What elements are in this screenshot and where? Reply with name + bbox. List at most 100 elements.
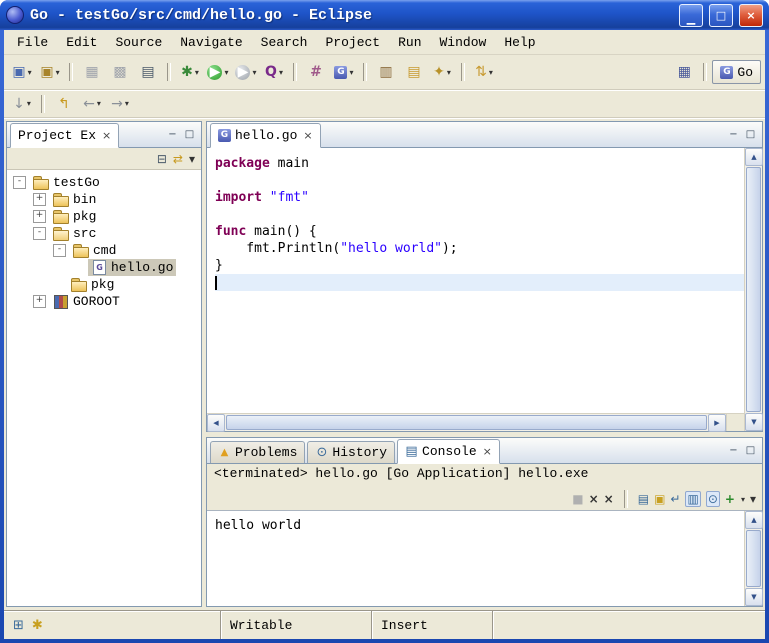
menu-help[interactable]: Help bbox=[495, 33, 544, 52]
scroll-down-icon[interactable]: ▼ bbox=[745, 413, 763, 431]
scrollbar-thumb[interactable] bbox=[746, 530, 761, 587]
close-window-button[interactable]: × bbox=[739, 4, 763, 27]
external-tools-button[interactable]: Q▾ bbox=[260, 59, 288, 85]
menu-edit[interactable]: Edit bbox=[57, 33, 106, 52]
scroll-up-icon[interactable]: ▲ bbox=[745, 511, 763, 529]
menu-run[interactable]: Run bbox=[389, 33, 430, 52]
pin-console-icon[interactable]: ⊙ bbox=[706, 491, 720, 507]
forward-button[interactable]: →▾ bbox=[106, 91, 134, 117]
new-folder-button[interactable]: ▣▾ bbox=[36, 59, 64, 85]
progress-view-icon[interactable]: ✱ bbox=[32, 618, 43, 633]
close-icon[interactable]: × bbox=[483, 445, 492, 458]
expander-icon[interactable]: - bbox=[53, 244, 66, 257]
console-menu-icon[interactable]: ▾ bbox=[750, 492, 756, 506]
minimize-window-button[interactable]: ▁ bbox=[679, 4, 703, 27]
word-wrap-icon[interactable]: ↵ bbox=[670, 492, 680, 506]
horizontal-scrollbar[interactable]: ◀ ▶ bbox=[207, 414, 726, 431]
expander-icon[interactable]: + bbox=[33, 295, 46, 308]
scroll-lock-icon[interactable]: ▣ bbox=[654, 492, 665, 506]
terminate-icon[interactable]: ■ bbox=[572, 492, 583, 506]
collapse-all-icon[interactable]: ⊟ bbox=[157, 152, 167, 166]
remove-launch-icon[interactable]: × bbox=[589, 492, 599, 506]
tree-item-bin[interactable]: + bin bbox=[7, 191, 201, 208]
menu-file[interactable]: File bbox=[8, 33, 57, 52]
minimize-icon[interactable]: − bbox=[166, 129, 179, 140]
close-icon[interactable]: × bbox=[303, 129, 312, 142]
tree-item-hello-go[interactable]: hello.go bbox=[7, 259, 201, 276]
new-go-package-button[interactable]: # bbox=[302, 59, 330, 85]
display-console-icon[interactable]: ▥ bbox=[685, 491, 700, 507]
current-code-line[interactable] bbox=[215, 274, 744, 291]
code-line[interactable]: } bbox=[215, 257, 744, 274]
save-button[interactable]: ▦ bbox=[78, 59, 106, 85]
expander-icon[interactable]: - bbox=[33, 227, 46, 240]
minimize-icon[interactable]: − bbox=[727, 129, 740, 140]
tab-problems[interactable]: ▲ Problems bbox=[210, 441, 305, 463]
scroll-up-icon[interactable]: ▲ bbox=[745, 148, 763, 166]
scrollbar-thumb[interactable] bbox=[226, 415, 707, 430]
clear-console-icon[interactable]: ▤ bbox=[638, 492, 649, 506]
save-all-button[interactable]: ▩ bbox=[106, 59, 134, 85]
synchronize-button[interactable]: ⇅▾ bbox=[470, 59, 498, 85]
remove-all-launches-icon[interactable]: × bbox=[604, 492, 614, 506]
maximize-icon[interactable]: □ bbox=[744, 445, 757, 456]
tree-item-src[interactable]: - src bbox=[7, 225, 201, 242]
scroll-right-icon[interactable]: ▶ bbox=[708, 414, 726, 432]
expander-icon[interactable]: + bbox=[33, 193, 46, 206]
search-button[interactable]: ✦▾ bbox=[428, 59, 456, 85]
expander-icon[interactable]: - bbox=[13, 176, 26, 189]
back-button[interactable]: ←▾ bbox=[78, 91, 106, 117]
print-button[interactable]: ▤ bbox=[134, 59, 162, 85]
scroll-down-icon[interactable]: ▼ bbox=[745, 588, 763, 606]
archives-button[interactable]: ▥ bbox=[372, 59, 400, 85]
code-line[interactable]: fmt.Println("hello world"); bbox=[215, 240, 744, 257]
tab-hello-go[interactable]: G hello.go × bbox=[210, 123, 321, 148]
new-go-file-button[interactable]: G▾ bbox=[330, 59, 358, 85]
run-button[interactable]: ▶▾ bbox=[204, 59, 232, 85]
maximize-window-button[interactable]: □ bbox=[709, 4, 733, 27]
tree-item-testgo[interactable]: - testGo bbox=[7, 174, 201, 191]
open-perspective-button[interactable]: ▦ bbox=[670, 59, 698, 85]
menu-search[interactable]: Search bbox=[252, 33, 317, 52]
tree-item-src-pkg[interactable]: pkg bbox=[7, 276, 201, 293]
vertical-scrollbar[interactable]: ▲ ▼ bbox=[744, 511, 762, 606]
minimize-icon[interactable]: − bbox=[727, 445, 740, 456]
open-folder-button[interactable]: ▤ bbox=[400, 59, 428, 85]
menu-project[interactable]: Project bbox=[316, 33, 389, 52]
fast-view-icon[interactable]: ⊞ bbox=[13, 618, 24, 633]
tab-history[interactable]: ⊙ History bbox=[307, 441, 395, 463]
code-line[interactable]: import "fmt" bbox=[215, 189, 744, 206]
close-icon[interactable]: × bbox=[102, 129, 111, 142]
expander-icon[interactable]: + bbox=[33, 210, 46, 223]
titlebar[interactable]: Go - testGo/src/cmd/hello.go - Eclipse ▁… bbox=[0, 0, 769, 30]
new-wizard-button[interactable]: ▣▾ bbox=[8, 59, 36, 85]
link-editor-icon[interactable]: ⇄ bbox=[173, 152, 183, 166]
chevron-down-icon[interactable]: ▾ bbox=[741, 495, 745, 504]
open-console-icon[interactable]: + bbox=[725, 492, 735, 506]
scrollbar-thumb[interactable] bbox=[746, 167, 761, 412]
code-line[interactable]: func main() { bbox=[215, 223, 744, 240]
maximize-icon[interactable]: □ bbox=[744, 129, 757, 140]
menu-source[interactable]: Source bbox=[106, 33, 171, 52]
vertical-scrollbar[interactable]: ▲ ▼ bbox=[744, 148, 762, 431]
maximize-icon[interactable]: □ bbox=[183, 129, 196, 140]
menu-navigate[interactable]: Navigate bbox=[171, 33, 251, 52]
tree-item-goroot[interactable]: + GOROOT bbox=[7, 293, 201, 310]
code-line[interactable] bbox=[215, 172, 744, 189]
view-menu-icon[interactable]: ▾ bbox=[189, 152, 195, 166]
profile-button[interactable]: ▶▾ bbox=[232, 59, 260, 85]
tab-console[interactable]: ▤ Console × bbox=[397, 439, 500, 464]
next-annotation-button[interactable]: ↓▾ bbox=[8, 91, 36, 117]
last-edit-location-button[interactable]: ↰ bbox=[50, 91, 78, 117]
code-line[interactable] bbox=[215, 206, 744, 223]
debug-button[interactable]: ✱▾ bbox=[176, 59, 204, 85]
menu-window[interactable]: Window bbox=[431, 33, 496, 52]
tree-item-cmd[interactable]: - cmd bbox=[7, 242, 201, 259]
code-editor[interactable]: package main import "fmt" func main() { … bbox=[207, 148, 744, 413]
scroll-left-icon[interactable]: ◀ bbox=[207, 414, 225, 432]
tab-project-explorer[interactable]: Project Ex × bbox=[10, 123, 119, 148]
code-line[interactable]: package main bbox=[215, 155, 744, 172]
go-perspective-button[interactable]: G Go bbox=[712, 60, 761, 84]
console-output[interactable]: hello world bbox=[207, 511, 744, 606]
tree-item-pkg[interactable]: + pkg bbox=[7, 208, 201, 225]
